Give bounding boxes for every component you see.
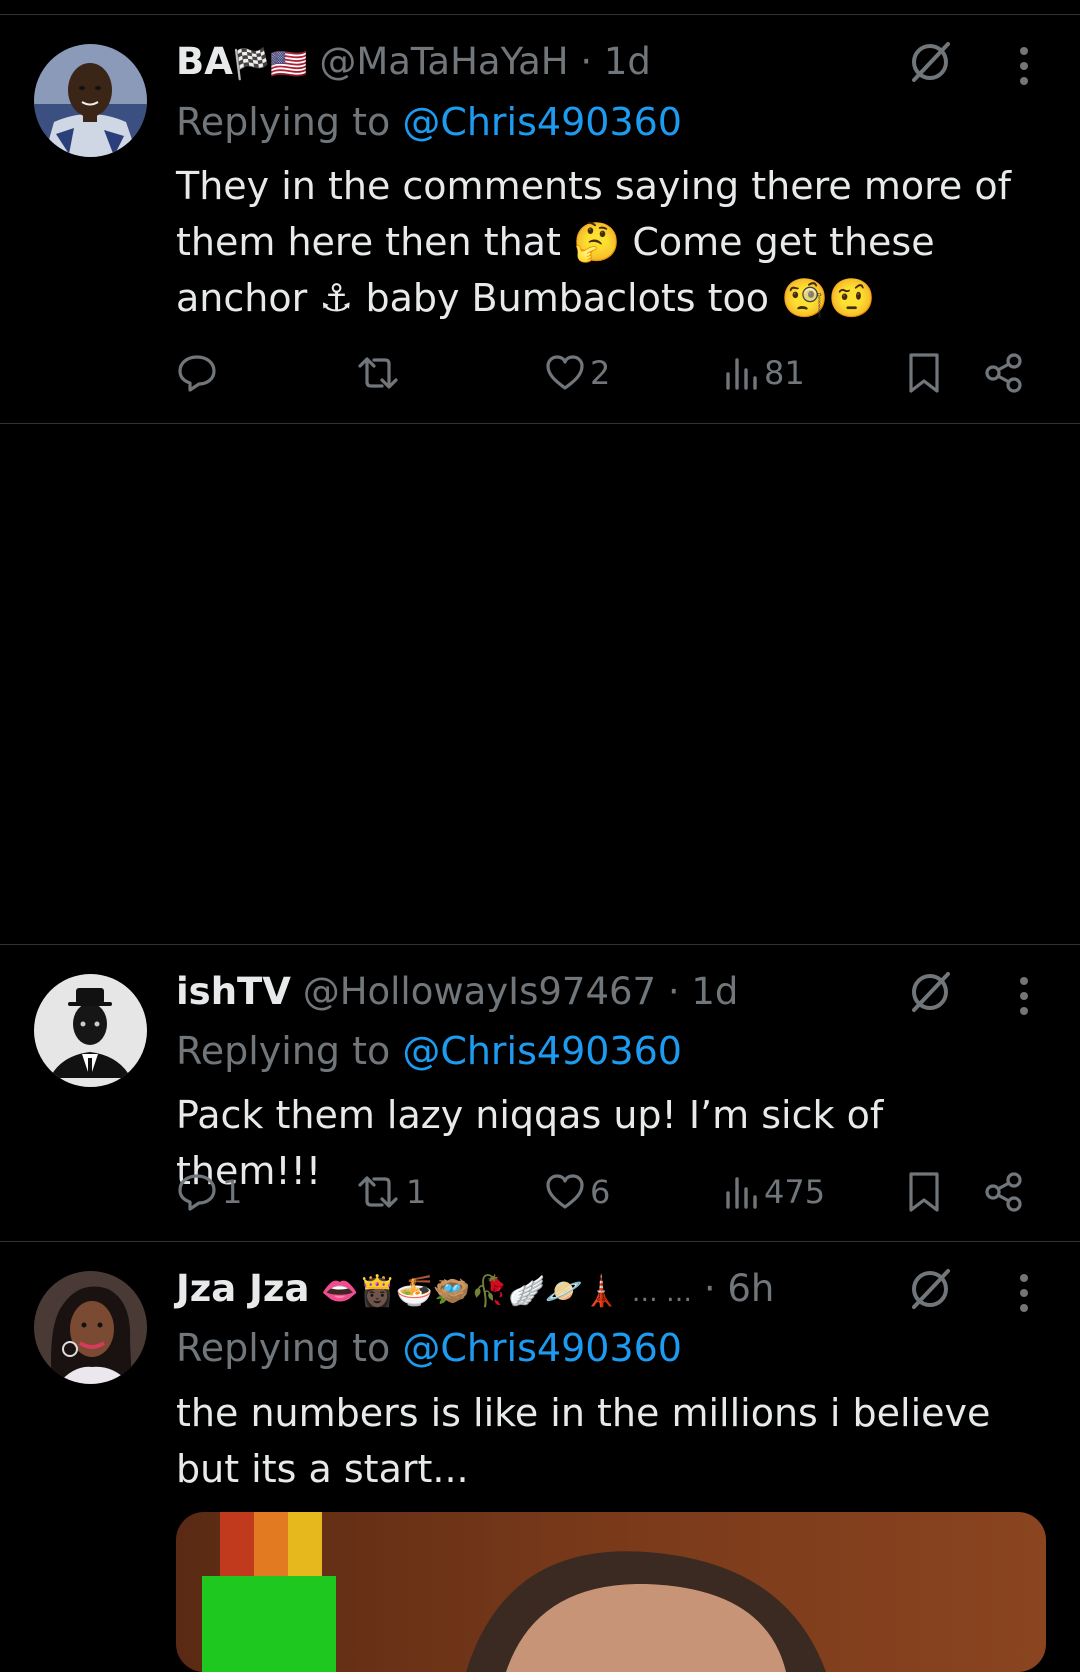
- share-button[interactable]: [984, 1168, 1024, 1216]
- views-button[interactable]: 81: [724, 349, 805, 397]
- replying-prefix: Replying to: [176, 1029, 403, 1073]
- like-count: 6: [590, 1173, 611, 1211]
- grok-icon[interactable]: [906, 1265, 954, 1313]
- media-image: [176, 1512, 1046, 1672]
- replying-prefix: Replying to: [176, 100, 403, 144]
- mention-link[interactable]: @Chris490360: [402, 1326, 682, 1370]
- tweet-text: the numbers is like in the millions i be…: [176, 1385, 1026, 1497]
- blank-area: [0, 424, 1080, 944]
- views-icon: [726, 358, 757, 390]
- name-emoji: 🏁🇺🇸: [232, 47, 308, 82]
- more-icon[interactable]: [1017, 46, 1031, 86]
- text-line: anchor ⚓ baby Bumbaclots too 🧐🤨: [176, 276, 876, 320]
- action-bar: 2 81: [176, 349, 1036, 397]
- timestamp[interactable]: 1d: [604, 40, 651, 83]
- reply-count: 1: [222, 1173, 243, 1211]
- more-icon[interactable]: [1017, 976, 1031, 1016]
- repost-count: 1: [406, 1173, 427, 1211]
- avatar-jzajza[interactable]: [34, 1271, 147, 1384]
- separator: ·: [580, 40, 593, 83]
- top-divider: [0, 14, 1080, 15]
- tweet-header: Jza Jza 👄👸🏿🍜🪺🥀🪽🪐🗼 … … · 6h: [176, 1267, 774, 1311]
- tweet-divider: [0, 1241, 1080, 1242]
- tweet-header: ishTV @HollowayIs97467 · 1d: [176, 970, 738, 1014]
- repost-icon: [358, 1176, 398, 1208]
- display-name[interactable]: BA: [176, 40, 233, 83]
- like-icon: [546, 355, 584, 390]
- text-line: but its a start...: [176, 1447, 469, 1491]
- replying-to: Replying to @Chris490360: [176, 1326, 682, 1370]
- share-button[interactable]: [984, 349, 1024, 397]
- share-icon: [985, 1172, 1022, 1212]
- name-emoji: 👄👸🏿🍜🪺🥀🪽🪐🗼: [321, 1274, 621, 1309]
- tweet-header: BA🏁🇺🇸 @MaTaHaYaH · 1d: [176, 40, 651, 84]
- mention-link[interactable]: @Chris490360: [402, 100, 682, 144]
- share-icon: [985, 353, 1022, 393]
- reply-icon: [178, 1174, 216, 1211]
- text-line: They in the comments saying there more o…: [176, 164, 1011, 208]
- avatar-ba[interactable]: [34, 44, 147, 157]
- timestamp[interactable]: 1d: [691, 970, 738, 1013]
- tweet-divider: [0, 944, 1080, 945]
- repost-icon: [358, 357, 398, 389]
- tweet-text: They in the comments saying there more o…: [176, 158, 1026, 326]
- view-count: 475: [764, 1173, 826, 1211]
- replying-to: Replying to @Chris490360: [176, 1029, 682, 1073]
- repost-button[interactable]: [354, 349, 406, 397]
- grok-icon[interactable]: [906, 968, 954, 1016]
- replying-to: Replying to @Chris490360: [176, 100, 682, 144]
- avatar-ishtv[interactable]: [34, 974, 147, 1087]
- mention-link[interactable]: @Chris490360: [402, 1029, 682, 1073]
- bookmark-icon: [909, 353, 939, 393]
- text-line: the numbers is like in the millions i be…: [176, 1391, 991, 1435]
- separator: ·: [667, 970, 680, 1013]
- bookmark-button[interactable]: [904, 1168, 944, 1216]
- reply-icon: [178, 355, 216, 392]
- grok-icon[interactable]: [906, 38, 954, 86]
- reply-button[interactable]: [176, 349, 222, 397]
- display-name[interactable]: ishTV: [176, 970, 291, 1013]
- views-icon: [726, 1177, 757, 1209]
- views-button[interactable]: 475: [724, 1168, 825, 1216]
- view-count: 81: [764, 354, 805, 392]
- handle[interactable]: @HollowayIs97467: [303, 970, 656, 1013]
- handle[interactable]: @MaTaHaYaH: [319, 40, 568, 83]
- like-icon: [546, 1174, 584, 1209]
- like-count: 2: [590, 354, 611, 392]
- timestamp[interactable]: 6h: [727, 1267, 774, 1310]
- like-button[interactable]: 6: [544, 1168, 610, 1216]
- display-name[interactable]: Jza Jza: [176, 1267, 309, 1310]
- repost-button[interactable]: 1: [354, 1168, 426, 1216]
- bookmark-icon: [909, 1172, 939, 1212]
- reply-button[interactable]: 1: [176, 1168, 242, 1216]
- like-button[interactable]: 2: [544, 349, 610, 397]
- more-icon[interactable]: [1017, 1273, 1031, 1313]
- separator: ·: [703, 1267, 716, 1310]
- bookmark-button[interactable]: [904, 349, 944, 397]
- text-line: them here then that 🤔 Come get these: [176, 220, 935, 264]
- action-bar: 1 1 6 475: [176, 1168, 1036, 1216]
- name-ellipsis: … …: [631, 1278, 693, 1308]
- replying-prefix: Replying to: [176, 1326, 403, 1370]
- tweet-media[interactable]: [176, 1512, 1046, 1672]
